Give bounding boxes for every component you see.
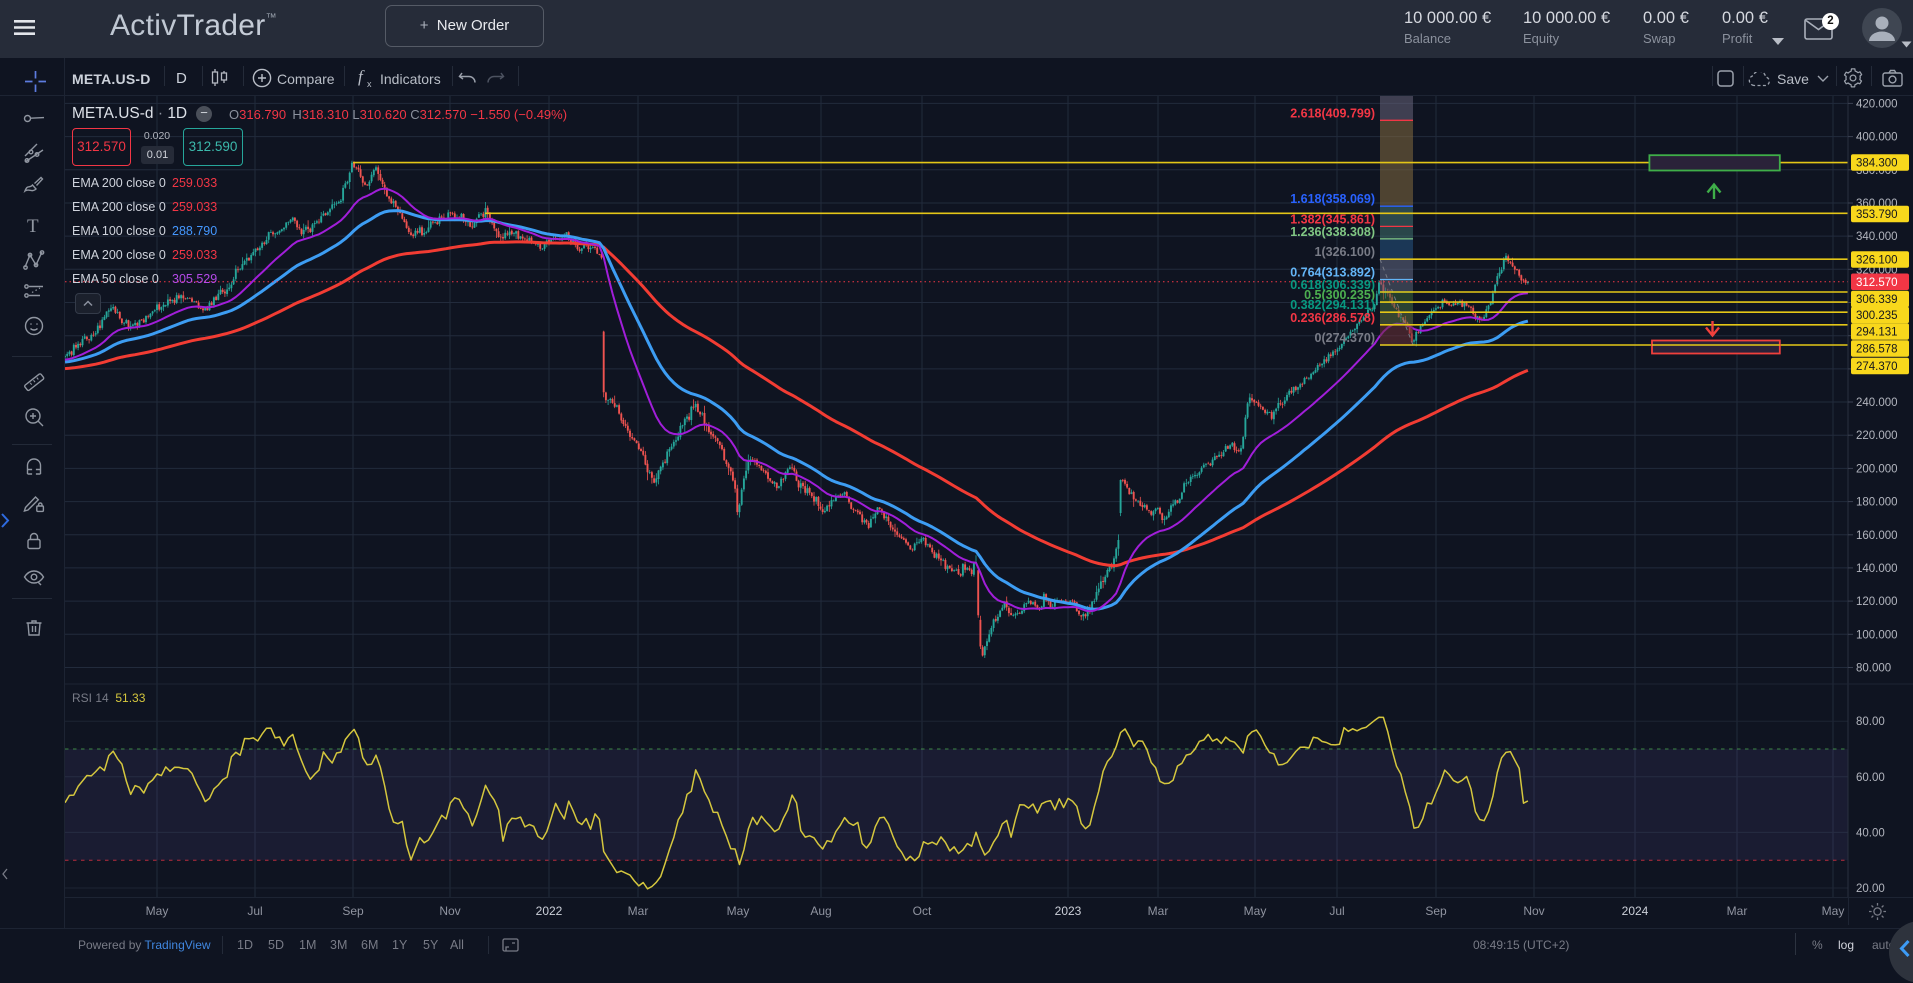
svg-text:1.618(358.069): 1.618(358.069): [1290, 192, 1375, 206]
svg-text:312.570: 312.570: [1856, 277, 1898, 289]
svg-text:294.131: 294.131: [1856, 327, 1898, 339]
svg-text:0.236(286.578): 0.236(286.578): [1290, 311, 1375, 325]
svg-text:1.236(338.308): 1.236(338.308): [1290, 225, 1375, 239]
svg-text:0(274.370): 0(274.370): [1315, 331, 1375, 345]
svg-text:286.578: 286.578: [1856, 343, 1898, 355]
svg-text:40.00: 40.00: [1856, 827, 1885, 839]
svg-text:400.000: 400.000: [1856, 132, 1898, 144]
svg-text:200.000: 200.000: [1856, 463, 1898, 475]
svg-text:220.000: 220.000: [1856, 430, 1898, 442]
svg-text:180.000: 180.000: [1856, 497, 1898, 509]
svg-text:1(326.100): 1(326.100): [1315, 245, 1375, 259]
svg-text:20.00: 20.00: [1856, 883, 1885, 895]
svg-text:120.000: 120.000: [1856, 596, 1898, 608]
svg-text:60.00: 60.00: [1856, 772, 1885, 784]
svg-text:2.618(409.799): 2.618(409.799): [1290, 106, 1375, 120]
svg-text:140.000: 140.000: [1856, 563, 1898, 575]
svg-text:240.000: 240.000: [1856, 397, 1898, 409]
svg-text:353.790: 353.790: [1856, 209, 1898, 221]
svg-text:T: T: [27, 216, 39, 237]
svg-text:80.000: 80.000: [1856, 663, 1891, 675]
svg-text:340.000: 340.000: [1856, 231, 1898, 243]
svg-text:300.235: 300.235: [1856, 310, 1898, 322]
svg-text:274.370: 274.370: [1856, 361, 1898, 373]
svg-text:326.100: 326.100: [1856, 255, 1898, 267]
svg-text:80.00: 80.00: [1856, 716, 1885, 728]
svg-text:100.000: 100.000: [1856, 629, 1898, 641]
svg-text:x: x: [367, 79, 372, 89]
svg-text:420.000: 420.000: [1856, 98, 1898, 110]
svg-text:384.300: 384.300: [1856, 158, 1898, 170]
svg-text:306.339: 306.339: [1856, 294, 1898, 306]
svg-text:f: f: [358, 67, 365, 86]
svg-text:160.000: 160.000: [1856, 530, 1898, 542]
